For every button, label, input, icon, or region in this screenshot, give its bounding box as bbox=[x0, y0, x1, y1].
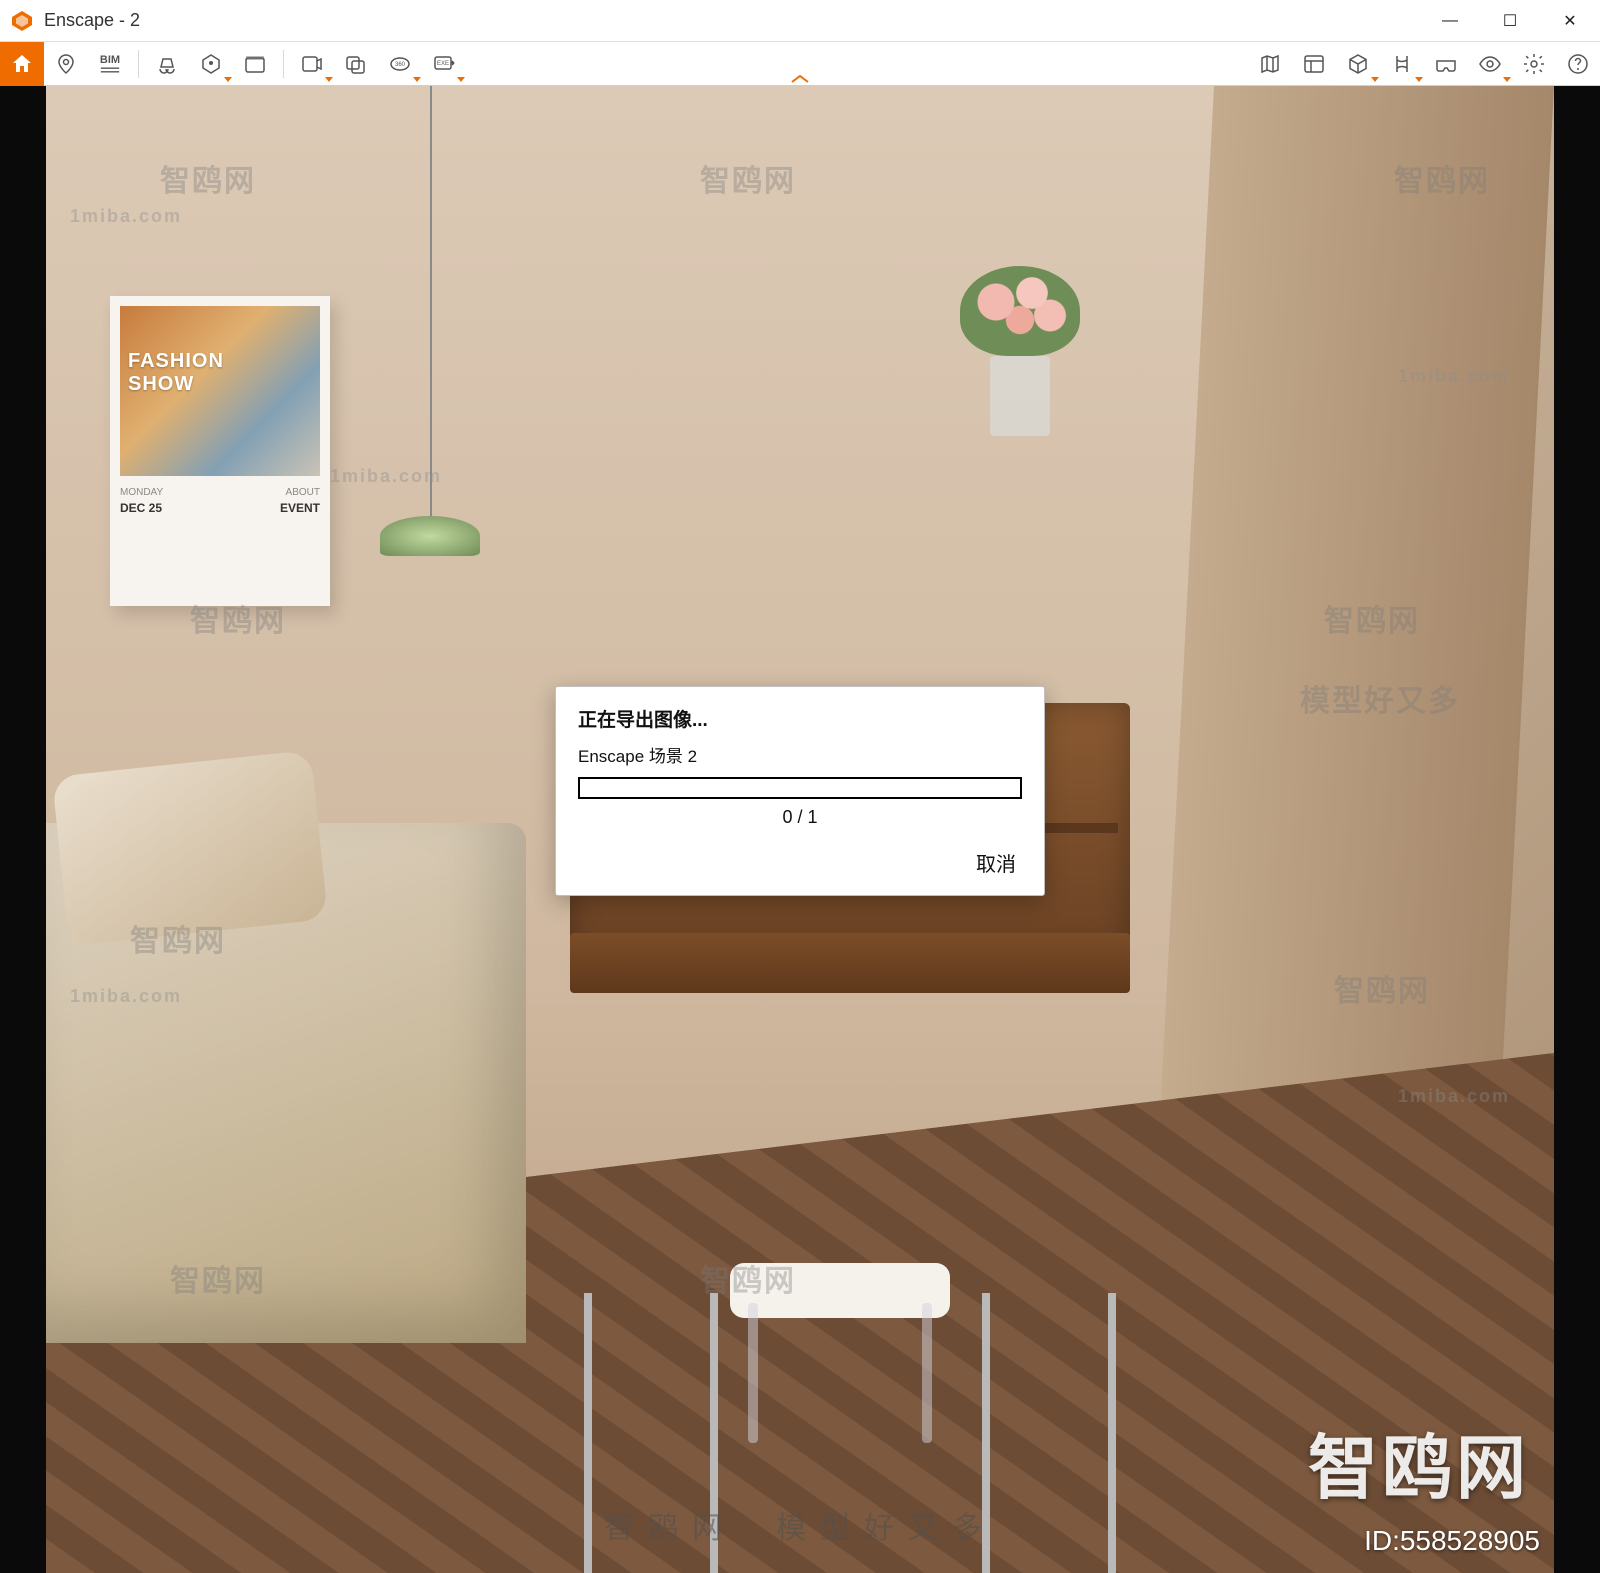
window-controls: — ☐ ✕ bbox=[1420, 0, 1600, 42]
letterbox bbox=[1554, 86, 1600, 1573]
dropdown-caret-icon bbox=[224, 77, 232, 82]
dialog-scene-name: Enscape 场景 2 bbox=[578, 742, 1022, 767]
cube-view-button[interactable] bbox=[1336, 42, 1380, 86]
watermark-bottom-bar: 智鸥网 模型好又多 bbox=[604, 1503, 996, 1547]
watermark-brand: 智鸥网 bbox=[604, 1503, 736, 1547]
window-close-button[interactable]: ✕ bbox=[1540, 0, 1600, 42]
render-viewport[interactable]: FASHIONSHOW MONDAYABOUT DEC 25EVENT bbox=[0, 86, 1600, 1573]
scene-pillow bbox=[52, 750, 328, 946]
app-logo-icon bbox=[10, 9, 34, 33]
progress-count: 0 / 1 bbox=[578, 807, 1022, 828]
letterbox bbox=[0, 86, 46, 1573]
toolbar-separator bbox=[138, 50, 139, 78]
scene-vase bbox=[960, 266, 1080, 426]
dialog-title: 正在导出图像... bbox=[578, 705, 1022, 732]
main-toolbar: BIM 360 EXE bbox=[0, 42, 1600, 86]
help-button[interactable] bbox=[1556, 42, 1600, 86]
binoculars-button[interactable] bbox=[145, 42, 189, 86]
screenshot-button[interactable] bbox=[290, 42, 334, 86]
dropdown-caret-icon bbox=[1415, 77, 1423, 82]
svg-text:360: 360 bbox=[395, 62, 406, 68]
video-path-button[interactable] bbox=[233, 42, 277, 86]
settings-button[interactable] bbox=[1512, 42, 1556, 86]
bim-label: BIM bbox=[100, 54, 120, 66]
asset-library-button[interactable] bbox=[1292, 42, 1336, 86]
window-maximize-button[interactable]: ☐ bbox=[1480, 0, 1540, 42]
watermark-brand-large: 智鸥网 bbox=[1308, 1412, 1530, 1513]
minimap-button[interactable] bbox=[1248, 42, 1292, 86]
panorama-360-button[interactable]: 360 bbox=[378, 42, 422, 86]
bim-info-button[interactable]: BIM bbox=[88, 42, 132, 86]
dropdown-caret-icon bbox=[457, 77, 465, 82]
window-minimize-button[interactable]: — bbox=[1420, 0, 1480, 42]
watermark-slogan: 模型好又多 bbox=[776, 1503, 996, 1547]
vr-headset-button[interactable] bbox=[1424, 42, 1468, 86]
dropdown-caret-icon bbox=[1371, 77, 1379, 82]
window-title: Enscape - 2 bbox=[44, 10, 140, 31]
window-titlebar: Enscape - 2 — ☐ ✕ bbox=[0, 0, 1600, 42]
dropdown-caret-icon bbox=[413, 77, 421, 82]
asset-id-label: ID:558528905 bbox=[1364, 1525, 1540, 1557]
scene-lamp-shade bbox=[380, 516, 480, 556]
progress-bar bbox=[578, 777, 1022, 799]
batch-render-button[interactable] bbox=[334, 42, 378, 86]
view-presets-button[interactable] bbox=[189, 42, 233, 86]
location-pin-button[interactable] bbox=[44, 42, 88, 86]
dropdown-caret-icon bbox=[325, 77, 333, 82]
toolbar-collapse-chevron[interactable] bbox=[780, 73, 820, 87]
dropdown-caret-icon bbox=[1503, 77, 1511, 82]
svg-text:EXE: EXE bbox=[437, 61, 449, 67]
collaboration-button[interactable] bbox=[1380, 42, 1424, 86]
scene-poster: FASHIONSHOW MONDAYABOUT DEC 25EVENT bbox=[110, 296, 330, 606]
export-progress-dialog: 正在导出图像... Enscape 场景 2 0 / 1 取消 bbox=[555, 686, 1045, 896]
toolbar-separator bbox=[283, 50, 284, 78]
cancel-button[interactable]: 取消 bbox=[970, 846, 1022, 879]
visibility-button[interactable] bbox=[1468, 42, 1512, 86]
scene-lamp-cord bbox=[430, 86, 432, 526]
exe-export-button[interactable]: EXE bbox=[422, 42, 466, 86]
home-button[interactable] bbox=[0, 42, 44, 86]
scene-stool bbox=[730, 1263, 950, 1433]
